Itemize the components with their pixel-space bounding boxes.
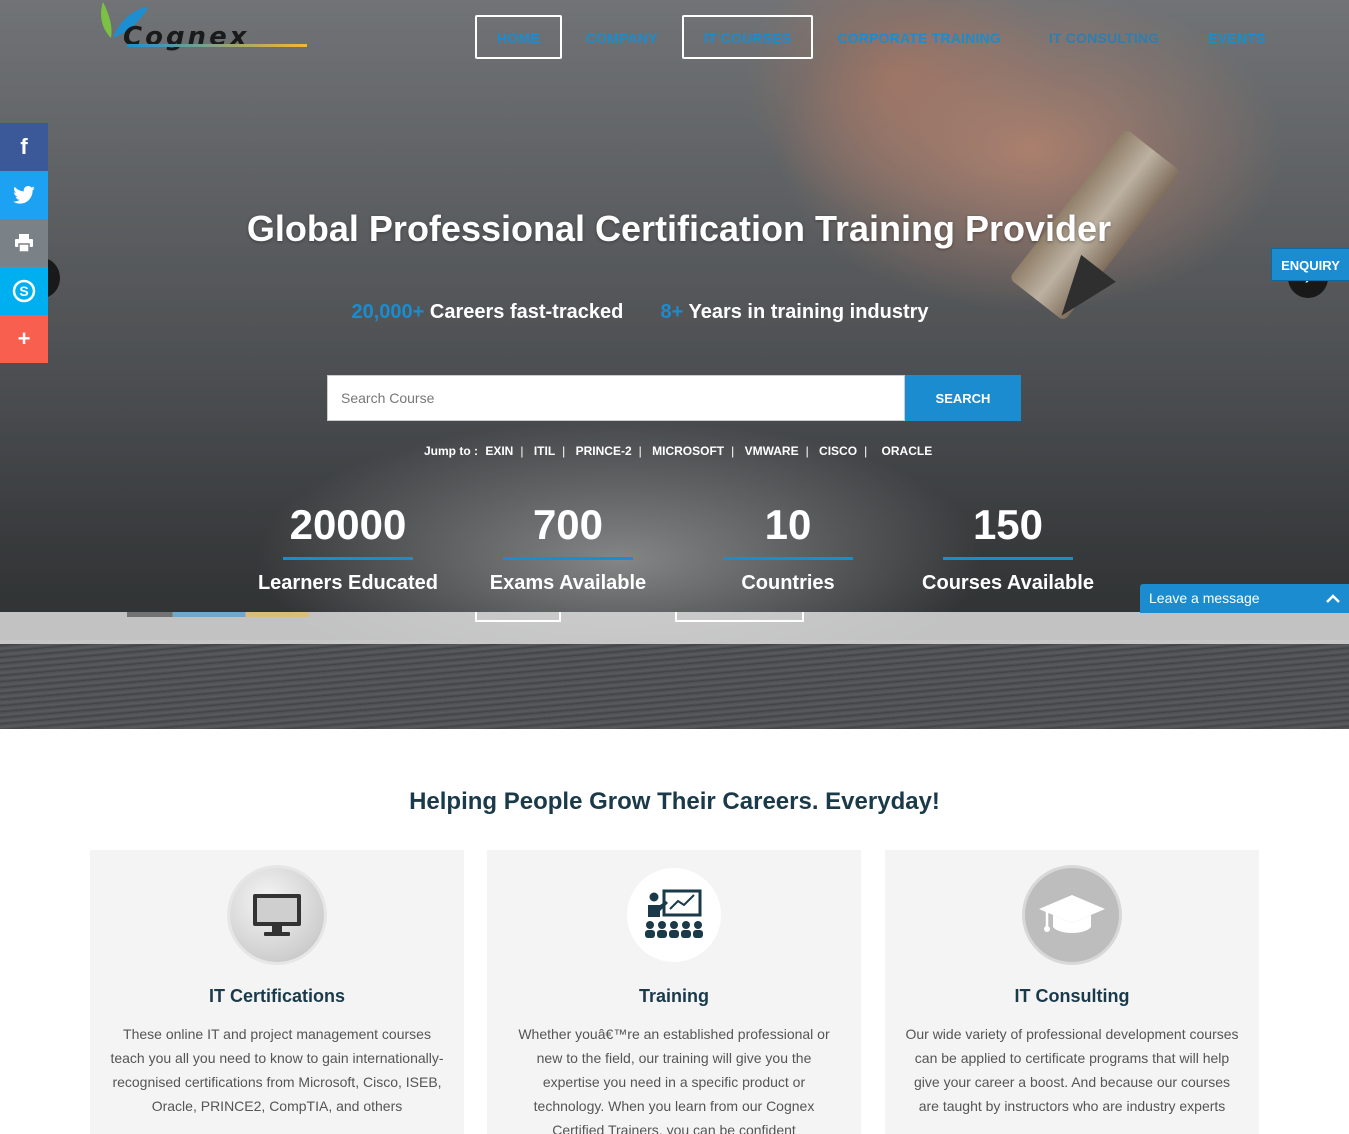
counter-label: Courses Available bbox=[922, 572, 1094, 594]
stat-years-label: Years in training industry bbox=[688, 301, 929, 323]
logo-underline bbox=[127, 44, 307, 47]
nav-it-consulting[interactable]: IT CONSULTING bbox=[1027, 15, 1181, 59]
main-nav: HOME COMPANY IT COURSES CORPORATE TRAINI… bbox=[475, 15, 1288, 59]
enquiry-button[interactable]: ENQUIRY bbox=[1271, 248, 1349, 281]
jump-link-vmware[interactable]: VMWARE bbox=[745, 444, 799, 458]
stat-careers-value: 20,000+ bbox=[351, 301, 425, 323]
leave-message-chat[interactable]: Leave a message bbox=[1140, 584, 1349, 613]
course-search: SEARCH bbox=[327, 375, 1021, 421]
chevron-up-icon[interactable] bbox=[1325, 584, 1341, 617]
sticky-nav-ghost bbox=[675, 612, 804, 622]
counter-learners: 20000 Learners Educated bbox=[238, 500, 458, 595]
counter-courses: 150 Courses Available bbox=[898, 500, 1118, 595]
nav-company[interactable]: COMPANY bbox=[564, 15, 680, 59]
graduation-cap-icon bbox=[1025, 868, 1119, 962]
card-it-consulting[interactable]: IT Consulting Our wide variety of profes… bbox=[885, 850, 1259, 1134]
facebook-icon[interactable]: f bbox=[0, 123, 48, 171]
nav-events[interactable]: EVENTS bbox=[1186, 15, 1287, 59]
stat-careers-label: Careers fast-tracked bbox=[429, 301, 624, 323]
classroom-icon bbox=[627, 868, 721, 962]
jump-link-exin[interactable]: EXIN bbox=[485, 444, 513, 458]
counter-underline bbox=[943, 557, 1073, 560]
monitor-icon bbox=[230, 868, 324, 962]
card-training[interactable]: Training Whether youâ€™re an established… bbox=[487, 850, 861, 1134]
counter-label: Countries bbox=[741, 572, 835, 594]
card-text: Our wide variety of professional develop… bbox=[905, 1026, 1239, 1114]
jump-link-itil[interactable]: ITIL bbox=[534, 444, 555, 458]
page: { "brand": { "logo_text": "Cognex" }, "n… bbox=[0, 0, 1349, 1134]
nav-corporate-training[interactable]: CORPORATE TRAINING bbox=[815, 15, 1023, 59]
counter-underline bbox=[283, 557, 413, 560]
nav-it-courses[interactable]: IT COURSES bbox=[681, 15, 814, 59]
jump-link-prince2[interactable]: PRINCE-2 bbox=[576, 444, 632, 458]
card-text: These online IT and project management c… bbox=[110, 1026, 444, 1114]
hero-stats: 20,000+ Careers fast-tracked 8+ Years in… bbox=[0, 301, 1280, 324]
nav-home[interactable]: HOME bbox=[475, 15, 562, 59]
hero-title: Global Professional Certification Traini… bbox=[246, 208, 1112, 249]
search-input[interactable] bbox=[327, 375, 905, 421]
card-text: Whether youâ€™re an established professi… bbox=[518, 1026, 830, 1134]
chat-label: Leave a message bbox=[1149, 590, 1260, 606]
counters: 20000 Learners Educated 700 Exams Availa… bbox=[238, 500, 1118, 595]
jump-link-cisco[interactable]: CISCO bbox=[819, 444, 857, 458]
card-title: IT Certifications bbox=[208, 986, 346, 1006]
counter-label: Exams Available bbox=[489, 572, 647, 594]
svg-text:S: S bbox=[19, 283, 28, 299]
jump-label: Jump to : bbox=[424, 444, 478, 458]
counter-underline bbox=[503, 557, 633, 560]
counter-countries: 10 Countries bbox=[678, 500, 898, 595]
jump-to-links: Jump to : EXIN | ITIL | PRINCE-2 | MICROSOF… bbox=[424, 444, 933, 458]
card-it-certifications[interactable]: IT Certifications These online IT and pr… bbox=[90, 850, 464, 1134]
counter-exams: 700 Exams Available bbox=[458, 500, 678, 595]
counter-value: 150 bbox=[972, 501, 1044, 548]
search-button[interactable]: SEARCH bbox=[905, 375, 1021, 421]
sticky-nav-ghost bbox=[475, 612, 561, 622]
sticky-logo-ghost bbox=[127, 612, 309, 617]
counter-value: 20000 bbox=[289, 501, 407, 548]
counter-label: Learners Educated bbox=[257, 572, 439, 594]
logo[interactable]: Cognex bbox=[95, 0, 310, 55]
counter-value: 700 bbox=[532, 501, 604, 548]
card-title: Training bbox=[638, 986, 709, 1006]
counter-value: 10 bbox=[764, 501, 812, 548]
card-title: IT Consulting bbox=[1014, 986, 1130, 1006]
counter-underline bbox=[723, 557, 853, 560]
jump-link-microsoft[interactable]: MICROSOFT bbox=[652, 444, 724, 458]
section-title: Helping People Grow Their Careers. Every… bbox=[409, 788, 940, 815]
stat-years-value: 8+ bbox=[660, 301, 684, 323]
jump-link-oracle[interactable]: ORACLE bbox=[882, 444, 933, 458]
